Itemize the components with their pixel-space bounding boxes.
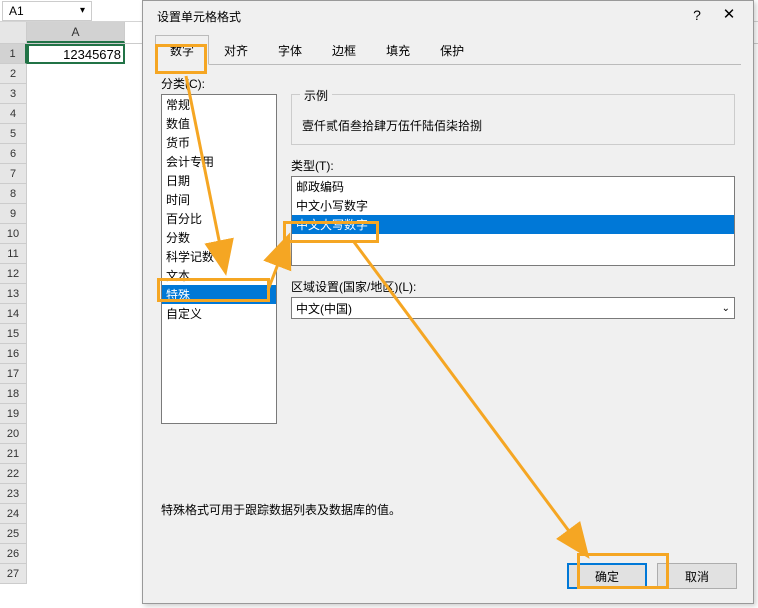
type-listbox[interactable]: 邮政编码中文小写数字中文大写数字	[291, 176, 735, 266]
category-item[interactable]: 百分比	[162, 209, 276, 228]
tab[interactable]: 填充	[371, 35, 425, 65]
row-header[interactable]: 21	[0, 444, 27, 464]
row-header[interactable]: 6	[0, 144, 27, 164]
type-item[interactable]: 中文大写数字	[292, 215, 734, 234]
row-header[interactable]: 20	[0, 424, 27, 444]
category-item[interactable]: 货币	[162, 133, 276, 152]
row-header[interactable]: 14	[0, 304, 27, 324]
row-header[interactable]: 13	[0, 284, 27, 304]
close-button[interactable]: ✕	[713, 2, 745, 30]
help-button[interactable]: ?	[681, 2, 713, 30]
tab[interactable]: 边框	[317, 35, 371, 65]
category-item[interactable]: 常规	[162, 95, 276, 114]
row-header[interactable]: 7	[0, 164, 27, 184]
row-header[interactable]: 23	[0, 484, 27, 504]
row-header[interactable]: 1	[0, 44, 27, 64]
type-label: 类型(T):	[291, 157, 735, 174]
col-header-a[interactable]: A	[27, 22, 125, 43]
row-header[interactable]: 27	[0, 564, 27, 584]
tab[interactable]: 保护	[425, 35, 479, 65]
row-header[interactable]: 17	[0, 364, 27, 384]
format-cells-dialog: 设置单元格格式 ? ✕ 数字对齐字体边框填充保护 分类(C): 常规数值货币会计…	[142, 0, 754, 604]
row-header[interactable]: 3	[0, 84, 27, 104]
row-header[interactable]: 22	[0, 464, 27, 484]
type-item[interactable]: 中文小写数字	[292, 196, 734, 215]
row-header[interactable]: 15	[0, 324, 27, 344]
ok-button[interactable]: 确定	[567, 563, 647, 589]
tab[interactable]: 对齐	[209, 35, 263, 65]
category-item[interactable]: 时间	[162, 190, 276, 209]
row-header[interactable]: 11	[0, 244, 27, 264]
locale-label: 区域设置(国家/地区)(L):	[291, 278, 735, 295]
cell-a1[interactable]: 12345678	[27, 44, 125, 64]
type-item[interactable]: 邮政编码	[292, 177, 734, 196]
tab[interactable]: 字体	[263, 35, 317, 65]
tab[interactable]: 数字	[155, 35, 209, 65]
category-item[interactable]: 科学记数	[162, 247, 276, 266]
category-item[interactable]: 自定义	[162, 304, 276, 323]
category-listbox[interactable]: 常规数值货币会计专用日期时间百分比分数科学记数文本特殊自定义	[161, 94, 277, 424]
category-item[interactable]: 特殊	[162, 285, 276, 304]
row-header[interactable]: 4	[0, 104, 27, 124]
sample-label: 示例	[300, 87, 332, 104]
row-header[interactable]: 25	[0, 524, 27, 544]
row-header[interactable]: 10	[0, 224, 27, 244]
row-header[interactable]: 8	[0, 184, 27, 204]
name-box[interactable]: A1 ▾	[2, 1, 92, 21]
sample-value: 壹仟贰佰叁拾肆万伍仟陆佰柒拾捌	[302, 117, 724, 134]
dialog-tabs: 数字对齐字体边框填充保护	[143, 35, 753, 65]
row-header[interactable]: 26	[0, 544, 27, 564]
row-header[interactable]: 19	[0, 404, 27, 424]
category-label: 分类(C):	[161, 75, 735, 92]
category-item[interactable]: 数值	[162, 114, 276, 133]
category-item[interactable]: 会计专用	[162, 152, 276, 171]
dialog-title: 设置单元格格式	[157, 8, 681, 25]
row-header[interactable]: 18	[0, 384, 27, 404]
cancel-button[interactable]: 取消	[657, 563, 737, 589]
locale-select[interactable]: 中文(中国) ⌄	[291, 297, 735, 319]
category-item[interactable]: 分数	[162, 228, 276, 247]
row-header[interactable]: 9	[0, 204, 27, 224]
chevron-down-icon: ⌄	[722, 303, 730, 314]
hint-text: 特殊格式可用于跟踪数据列表及数据库的值。	[161, 501, 401, 518]
row-header[interactable]: 12	[0, 264, 27, 284]
category-item[interactable]: 文本	[162, 266, 276, 285]
row-header[interactable]: 16	[0, 344, 27, 364]
chevron-down-icon: ▾	[80, 5, 85, 16]
category-item[interactable]: 日期	[162, 171, 276, 190]
row-header[interactable]: 24	[0, 504, 27, 524]
row-header[interactable]: 2	[0, 64, 27, 84]
row-header[interactable]: 5	[0, 124, 27, 144]
